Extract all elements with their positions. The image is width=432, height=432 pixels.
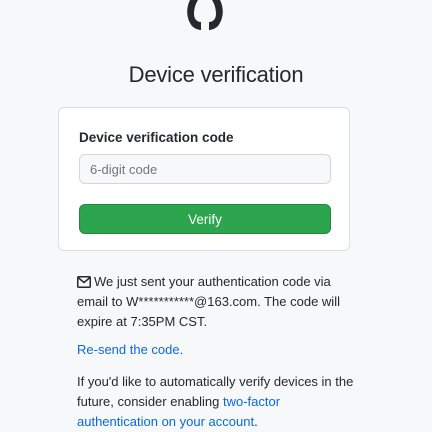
resend-code-link[interactable]: Re-send the code — [77, 342, 180, 357]
two-factor-hint: If you'd like to automatically verify de… — [77, 372, 362, 432]
verify-button[interactable]: Verify — [79, 204, 331, 234]
two-factor-suffix: . — [254, 414, 258, 429]
info-text: We just sent your authentication code vi… — [77, 274, 340, 329]
mail-icon — [77, 276, 91, 288]
resend-line: Re-send the code. — [77, 342, 183, 357]
verification-card: Device verification code Verify — [58, 107, 350, 251]
verification-code-label: Device verification code — [79, 130, 234, 145]
github-mark-icon — [187, 0, 223, 30]
info-message: We just sent your authentication code vi… — [77, 272, 357, 332]
page-title: Device verification — [128, 62, 304, 87]
resend-suffix: . — [179, 342, 184, 357]
two-factor-prefix: If you'd like to automatically verify de… — [77, 374, 354, 409]
verification-code-input[interactable] — [79, 154, 331, 184]
